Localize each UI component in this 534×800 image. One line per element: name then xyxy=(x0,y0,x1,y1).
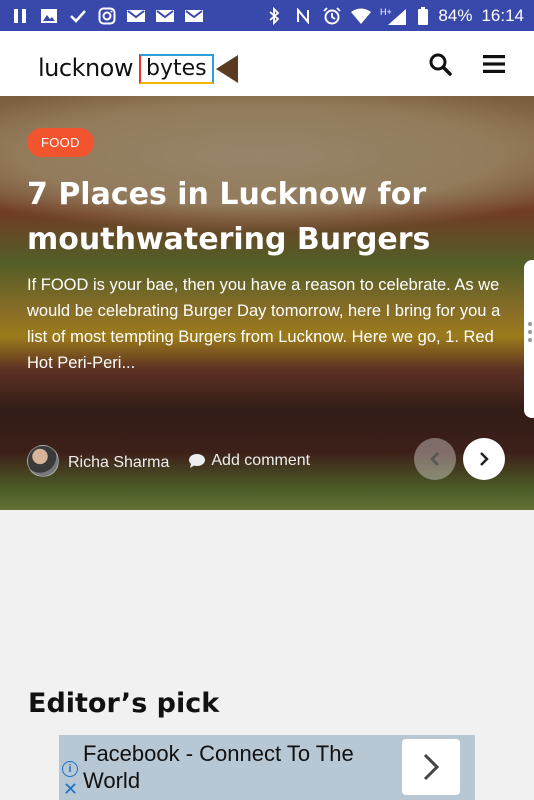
logo-word-lucknow: lucknow xyxy=(38,53,134,82)
notification-icons xyxy=(10,7,204,25)
post-title[interactable]: 7 Places in Lucknow for mouthwatering Bu… xyxy=(27,172,497,262)
featured-slider[interactable]: FOOD 7 Places in Lucknow for mouthwateri… xyxy=(0,96,534,510)
author-avatar[interactable] xyxy=(27,445,59,477)
search-icon xyxy=(429,53,452,76)
editors-pick-heading: Editor’s pick xyxy=(28,688,220,719)
alarm-icon xyxy=(322,6,342,25)
logo-box: bytes xyxy=(139,53,214,84)
pause-icon xyxy=(10,7,30,25)
chevron-left-icon xyxy=(430,452,439,466)
logo-flag-icon xyxy=(215,54,238,83)
gmail-icon-3 xyxy=(184,7,204,25)
slider-prev-button[interactable] xyxy=(414,438,456,480)
menu-icon xyxy=(483,54,505,73)
slider-next-button[interactable] xyxy=(463,438,505,480)
ad-open-button[interactable] xyxy=(402,739,460,795)
comment-icon xyxy=(189,454,206,468)
wifi-icon xyxy=(351,7,372,25)
site-logo[interactable]: lucknow bytes xyxy=(38,39,238,89)
author-name[interactable]: Richa Sharma xyxy=(68,454,169,472)
ad-banner[interactable]: i ✕ Facebook - Connect To The World xyxy=(59,735,475,800)
featured-post: FOOD 7 Places in Lucknow for mouthwateri… xyxy=(0,96,534,510)
logo-word-bytes: bytes xyxy=(146,56,207,81)
battery-percent: 84% xyxy=(438,5,473,25)
ad-close-icon[interactable]: ✕ xyxy=(63,780,78,798)
check-icon xyxy=(68,7,88,25)
search-button[interactable] xyxy=(428,52,452,76)
header-actions xyxy=(428,52,506,76)
status-bar: H+ 84% 16:14 xyxy=(0,0,534,31)
chevron-right-icon xyxy=(480,452,489,466)
add-comment-link[interactable]: Add comment xyxy=(188,452,310,470)
image-icon xyxy=(39,7,59,25)
ad-text[interactable]: Facebook - Connect To The World xyxy=(83,740,383,794)
ad-info-icon[interactable]: i xyxy=(62,761,78,777)
post-excerpt: If FOOD is your bae, then you have a rea… xyxy=(27,276,501,372)
drawer-handle-dots-icon xyxy=(528,322,532,342)
battery-icon xyxy=(417,6,429,25)
menu-button[interactable] xyxy=(482,52,506,76)
svg-text:H+: H+ xyxy=(380,7,392,17)
category-badge[interactable]: FOOD xyxy=(27,128,94,157)
bluetooth-icon xyxy=(264,6,284,25)
chevron-right-icon xyxy=(423,753,440,781)
add-comment-label: Add comment xyxy=(211,452,311,469)
gmail-icon-2 xyxy=(155,7,175,25)
gmail-icon xyxy=(126,7,146,25)
site-header: lucknow bytes xyxy=(0,31,534,96)
instagram-icon xyxy=(97,7,117,25)
post-meta: Richa Sharma Add comment xyxy=(27,445,310,477)
signal-icon: H+ xyxy=(380,7,408,25)
clock: 16:14 xyxy=(481,5,524,25)
nfc-icon xyxy=(293,7,313,25)
system-icons: H+ 84% 16:14 xyxy=(264,6,524,26)
